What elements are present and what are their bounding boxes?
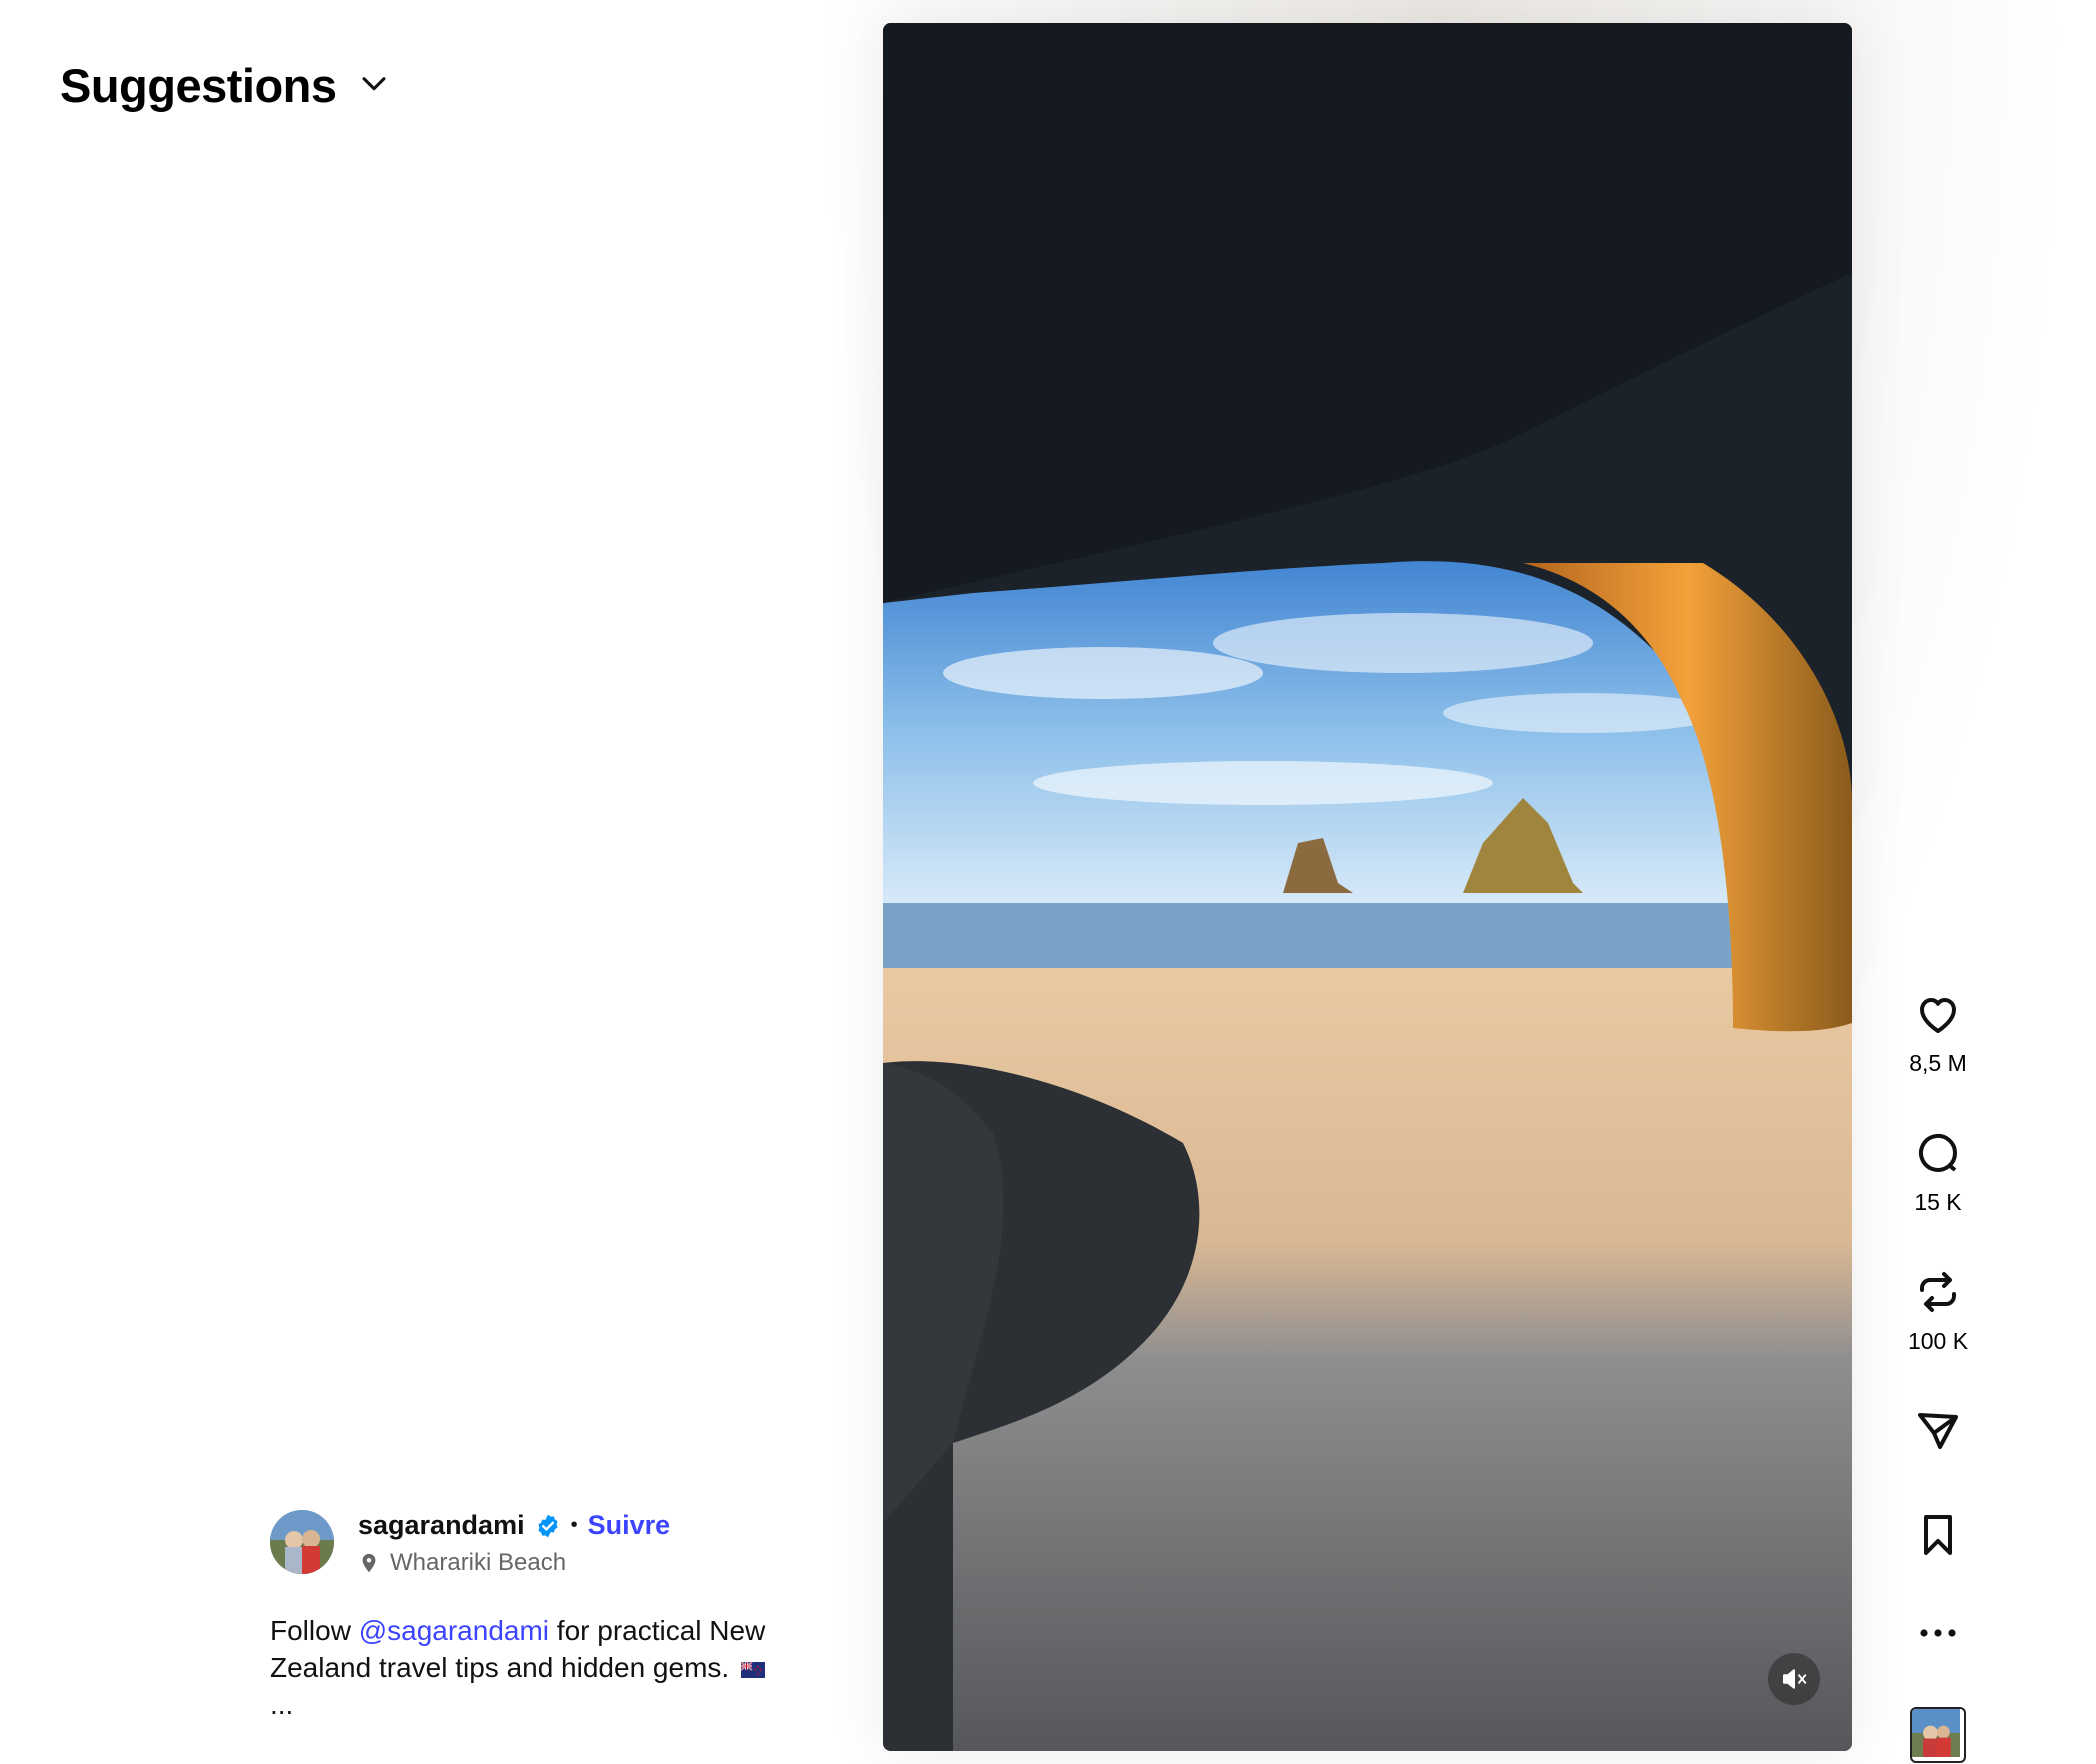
heart-icon: [1920, 998, 1956, 1033]
location-name: Wharariki Beach: [390, 1549, 567, 1576]
video-frame: [883, 23, 1852, 1751]
video-player[interactable]: [883, 23, 1852, 1751]
save-button[interactable]: [1914, 1511, 1962, 1559]
likes-count: 8,5 M: [1909, 1050, 1967, 1076]
verified-badge-icon: [538, 1514, 558, 1537]
caption-more-button[interactable]: ...: [270, 1689, 293, 1720]
send-icon: [1918, 1413, 1958, 1449]
more-dots-icon: [1920, 1629, 1956, 1637]
caption-mention-link[interactable]: @sagarandami: [359, 1615, 549, 1646]
caption-prefix: Follow: [270, 1615, 359, 1646]
more-options-button[interactable]: [1914, 1609, 1962, 1657]
reposts-count: 100 K: [1907, 1328, 1969, 1354]
follow-button[interactable]: Suivre: [588, 1510, 671, 1541]
mute-button[interactable]: [1768, 1653, 1820, 1705]
repost-button[interactable]: 100 K: [1908, 1268, 1968, 1355]
post-caption: Follow @sagarandami for practical New Ze…: [270, 1612, 810, 1723]
share-button[interactable]: [1914, 1407, 1962, 1455]
feed-title: Suggestions: [60, 59, 337, 112]
audio-thumbnail[interactable]: [1910, 1707, 1966, 1763]
repost-icon: [1919, 1272, 1956, 1312]
avatar[interactable]: [270, 1510, 334, 1574]
location-link[interactable]: Wharariki Beach: [358, 1549, 670, 1577]
comment-button[interactable]: 15 K: [1914, 1129, 1962, 1216]
speaker-muted-icon: [1783, 1669, 1807, 1689]
comment-bubble-icon: [1919, 1134, 1958, 1172]
feed-header[interactable]: Suggestions: [60, 58, 391, 113]
nz-flag-icon: [740, 1661, 765, 1678]
creator-info: sagarandami • Suivre Wharariki Beach: [270, 1510, 670, 1577]
separator-dot: •: [570, 1514, 578, 1536]
action-rail: 8,5 M 15 K 100 K: [1888, 990, 1988, 1763]
chevron-down-icon[interactable]: [357, 66, 391, 105]
location-pin-icon: [362, 1553, 376, 1573]
comments-count: 15 K: [1914, 1189, 1962, 1215]
audio-thumbnail-image: [1910, 1707, 1966, 1763]
username[interactable]: sagarandami: [358, 1510, 525, 1541]
bookmark-icon: [1924, 1515, 1952, 1555]
like-button[interactable]: 8,5 M: [1909, 990, 1967, 1077]
